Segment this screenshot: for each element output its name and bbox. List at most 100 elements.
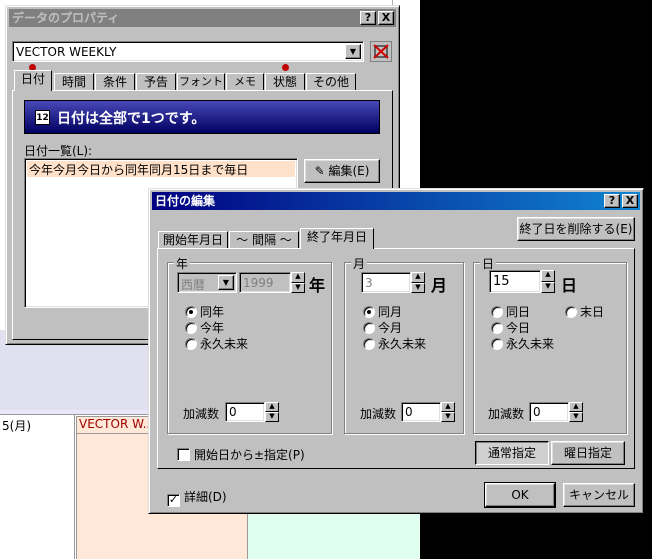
- era-select[interactable]: 西暦 ▼: [177, 272, 237, 293]
- checkmark-icon: ✓: [167, 493, 180, 507]
- tab-font[interactable]: フォント: [177, 73, 225, 91]
- help-button[interactable]: ?: [360, 11, 376, 25]
- ok-button[interactable]: OK: [484, 482, 556, 508]
- properties-title: データのプロパティ: [12, 11, 120, 25]
- radio-label: 同年: [200, 305, 225, 319]
- radio-icon: [363, 338, 375, 350]
- detail-checkbox[interactable]: ✓ 詳細(D): [167, 488, 227, 507]
- year-unit: 年: [309, 276, 326, 295]
- year-adjust-value: 0: [229, 405, 237, 419]
- radio-label: 永久未来: [200, 337, 249, 351]
- edit-title: 日付の編集: [155, 194, 216, 208]
- indicator-dot-icon: [282, 64, 289, 71]
- chevron-down-icon[interactable]: ▼: [345, 44, 361, 59]
- day-unit: 日: [561, 276, 578, 295]
- weekday-mode-button[interactable]: 曜日指定: [551, 441, 625, 465]
- year-group-label: 年: [174, 255, 191, 272]
- day-radio-same[interactable]: 同日: [491, 303, 530, 320]
- banner-text: 日付は全部で1つです。: [57, 111, 206, 127]
- year-adjust-label: 加減数: [183, 407, 220, 421]
- year-input[interactable]: 1999: [239, 272, 291, 293]
- month-radio-this[interactable]: 今月: [363, 319, 402, 336]
- radio-icon: [363, 322, 375, 334]
- day-value: 15: [493, 274, 510, 289]
- tab-interval[interactable]: ～ 間隔 ～: [229, 231, 299, 249]
- help-button[interactable]: ?: [604, 194, 620, 208]
- year-radio-same[interactable]: 同年: [185, 303, 224, 320]
- start-pm-label: 開始日から±指定(P): [194, 448, 305, 462]
- radio-icon: [491, 338, 503, 350]
- month-input[interactable]: 3: [361, 272, 411, 293]
- year-adjust-spinner[interactable]: ▲ ▼: [265, 402, 279, 422]
- month-spinner[interactable]: ▲ ▼: [411, 272, 425, 293]
- edit-button[interactable]: ✎ 編集(E): [304, 159, 380, 183]
- month-unit: 月: [431, 276, 448, 295]
- radio-icon: [185, 322, 197, 334]
- radio-icon: [491, 322, 503, 334]
- close-button[interactable]: X: [378, 11, 394, 25]
- cancel-button[interactable]: キャンセル: [563, 483, 635, 507]
- day-radio-last[interactable]: 末日: [565, 303, 604, 320]
- radio-label: 今月: [378, 321, 403, 335]
- edit-titlebar: 日付の編集 ? X: [152, 192, 640, 210]
- properties-titlebar: データのプロパティ ? X: [9, 9, 396, 27]
- data-select[interactable]: VECTOR WEEKLY ▼: [12, 41, 364, 62]
- month-radio-same[interactable]: 同月: [363, 303, 402, 320]
- day-adjust-input[interactable]: 0: [529, 402, 569, 422]
- radio-icon: [491, 306, 503, 318]
- tab-date[interactable]: 日付: [14, 70, 52, 91]
- radio-icon: [363, 306, 375, 318]
- day-radio-today[interactable]: 今日: [491, 319, 530, 336]
- radio-label: 永久未来: [506, 337, 555, 351]
- calendar-divider: [74, 414, 75, 559]
- list-item[interactable]: 今年今月今日から同年同月15日まで毎日: [27, 161, 295, 177]
- era-value: 西暦: [181, 278, 206, 292]
- calendar-date-label: 5(月): [2, 419, 31, 433]
- year-value: 1999: [243, 276, 274, 290]
- tab-status[interactable]: 状態: [265, 73, 305, 91]
- radio-icon: [185, 306, 197, 318]
- delete-data-icon[interactable]: [370, 41, 392, 62]
- tab-time[interactable]: 時間: [54, 73, 94, 91]
- day-adjust-value: 0: [533, 405, 541, 419]
- radio-label: 今年: [200, 321, 225, 335]
- year-adjust-input[interactable]: 0: [225, 402, 265, 422]
- checkbox-icon: [177, 448, 190, 461]
- tab-end-date[interactable]: 終了年月日: [300, 228, 374, 249]
- tab-notice[interactable]: 予告: [136, 73, 176, 91]
- close-button[interactable]: X: [622, 194, 638, 208]
- detail-label: 詳細(D): [184, 490, 227, 504]
- radio-label: 同月: [378, 305, 403, 319]
- year-spinner[interactable]: ▲ ▼: [291, 272, 305, 293]
- tab-start-date[interactable]: 開始年月日: [158, 231, 228, 249]
- day-input[interactable]: 15: [489, 270, 541, 293]
- date-summary-banner: 12 日付は全部で1つです。: [24, 100, 380, 134]
- tab-memo[interactable]: メモ: [226, 73, 264, 91]
- tab-other[interactable]: その他: [306, 73, 356, 91]
- tab-condition[interactable]: 条件: [95, 73, 135, 91]
- day-adjust-label: 加減数: [488, 407, 525, 421]
- day-spinner[interactable]: ▲ ▼: [541, 270, 555, 293]
- day-adjust-spinner[interactable]: ▲ ▼: [569, 402, 583, 422]
- chevron-down-icon[interactable]: ▼: [218, 275, 234, 290]
- data-select-value: VECTOR WEEKLY: [16, 45, 117, 59]
- month-adjust-input[interactable]: 0: [401, 402, 441, 422]
- edit-button-label: 編集(E): [328, 164, 370, 178]
- month-adjust-value: 0: [405, 405, 413, 419]
- pen-icon: ✎: [314, 164, 325, 178]
- radio-label: 末日: [580, 305, 605, 319]
- normal-mode-button[interactable]: 通常指定: [475, 441, 549, 465]
- start-pm-checkbox[interactable]: 開始日から±指定(P): [177, 446, 305, 463]
- day-radio-forever[interactable]: 永久未来: [491, 335, 554, 352]
- month-radio-forever[interactable]: 永久未来: [363, 335, 426, 352]
- month-adjust-label: 加減数: [360, 407, 397, 421]
- delete-end-date-button[interactable]: 終了日を削除する(E): [517, 217, 635, 241]
- month-group-label: 月: [351, 255, 368, 272]
- year-radio-forever[interactable]: 永久未来: [185, 335, 248, 352]
- date-list-label: 日付一覧(L):: [24, 144, 93, 158]
- radio-label: 同日: [506, 305, 531, 319]
- month-value: 3: [365, 276, 373, 290]
- year-radio-this[interactable]: 今年: [185, 319, 224, 336]
- month-adjust-spinner[interactable]: ▲ ▼: [441, 402, 455, 422]
- date-edit-dialog: 日付の編集 ? X 開始年月日 ～ 間隔 ～ 終了年月日 終了日を削除する(E)…: [148, 188, 644, 514]
